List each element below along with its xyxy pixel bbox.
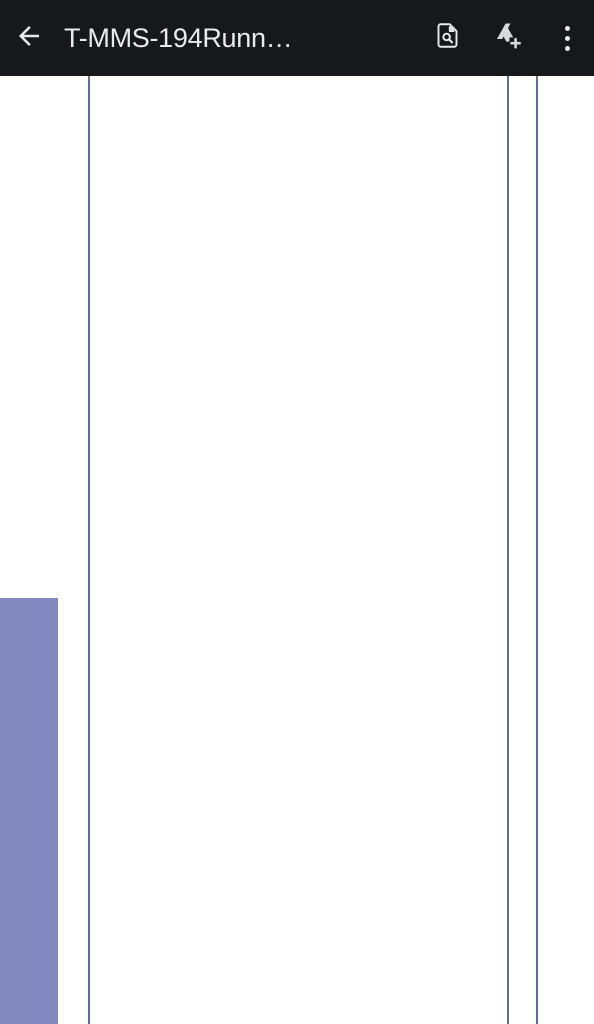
column-rule-right	[536, 76, 538, 1024]
column-rule-middle	[507, 76, 509, 1024]
drive-add-icon	[494, 22, 524, 55]
back-button[interactable]	[0, 0, 58, 76]
add-to-drive-button[interactable]	[478, 0, 540, 76]
maintenance-section-tab: MAINTENANCE	[0, 598, 58, 1024]
menu-dot	[564, 25, 570, 31]
column-rule-left	[88, 76, 90, 1024]
menu-dot	[564, 35, 570, 41]
document-search-icon	[434, 22, 461, 54]
app-bar: T-MMS-194Runn…	[0, 0, 594, 76]
document-title: T-MMS-194Runn…	[64, 22, 293, 53]
overflow-menu-button[interactable]	[540, 0, 594, 76]
back-arrow-icon	[14, 21, 44, 56]
find-in-document-button[interactable]	[416, 0, 478, 76]
overflow-menu-icon	[564, 23, 570, 53]
document-viewport[interactable]: MAINTENANCE Visually inspect brake linin…	[0, 76, 594, 1024]
menu-dot	[564, 45, 570, 51]
